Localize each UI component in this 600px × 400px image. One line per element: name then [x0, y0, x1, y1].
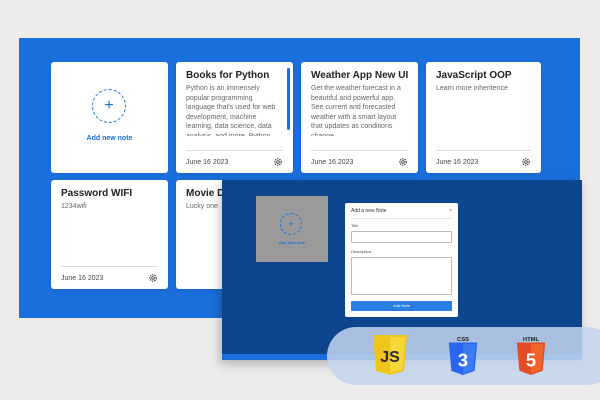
js-logo-label: JS	[380, 349, 400, 366]
note-card: Books for Python Python is an immensely …	[176, 62, 293, 173]
css3-logo-top: CSS	[457, 337, 469, 343]
css3-logo-label: 3	[458, 350, 468, 371]
html5-logo-label: 5	[526, 350, 536, 371]
note-title: Password WIFI	[61, 188, 133, 199]
note-description: Python is an immensely popular programmi…	[186, 85, 276, 136]
close-icon[interactable]: ×	[449, 208, 452, 214]
note-description: Get the weather forecast in a beautiful …	[311, 85, 401, 136]
note-title: Weather App New UI	[311, 70, 409, 81]
plus-icon[interactable]: +	[280, 213, 302, 235]
modal-title: Add a new Note	[351, 208, 387, 214]
scrollbar[interactable]	[287, 68, 290, 130]
add-note-modal: Add a new Note × Title Description Add N…	[345, 203, 458, 317]
description-textarea[interactable]	[351, 257, 452, 295]
html5-logo: HTML 5	[512, 335, 550, 375]
html5-logo-top: HTML	[523, 337, 540, 343]
gear-icon[interactable]	[148, 273, 158, 283]
note-date: June 16 2023	[61, 274, 104, 282]
title-input[interactable]	[351, 231, 452, 243]
note-footer: June 16 2023	[311, 150, 408, 167]
add-note-label[interactable]: Add new note	[256, 240, 328, 245]
note-card: Weather App New UI Get the weather forec…	[301, 62, 418, 173]
description-label: Description	[351, 249, 372, 254]
gear-icon[interactable]	[398, 157, 408, 167]
title-label: Title	[351, 223, 359, 228]
note-date: June 16 2023	[186, 158, 229, 166]
gear-icon[interactable]	[273, 157, 283, 167]
note-title: Movie D	[186, 188, 225, 199]
note-description: Learn more inheritence	[436, 85, 508, 92]
note-date: June 16 2023	[436, 158, 479, 166]
gear-icon[interactable]	[521, 157, 531, 167]
note-card: JavaScript OOP Learn more inheritence Ju…	[426, 62, 541, 173]
add-note-button[interactable]: Add Note	[351, 301, 452, 311]
note-footer: June 16 2023	[186, 150, 283, 167]
note-footer: June 16 2023	[436, 150, 531, 167]
plus-icon[interactable]: +	[92, 89, 126, 123]
note-footer: June 16 2023	[61, 266, 158, 283]
css3-logo: CSS 3	[444, 335, 482, 375]
note-date: June 16 2023	[311, 158, 354, 166]
note-card: Password WIFI 1234wifi June 16 2023	[51, 180, 168, 289]
note-title: JavaScript OOP	[436, 70, 512, 81]
js-logo: JS	[371, 335, 409, 375]
add-note-card[interactable]: + Add new note	[256, 196, 328, 262]
note-description: 1234wifi	[61, 203, 87, 210]
add-note-label[interactable]: Add new note	[51, 135, 168, 142]
note-title: Books for Python	[186, 70, 270, 81]
add-note-card[interactable]: + Add new note	[51, 62, 168, 173]
modal-header: Add a new Note ×	[351, 208, 452, 219]
